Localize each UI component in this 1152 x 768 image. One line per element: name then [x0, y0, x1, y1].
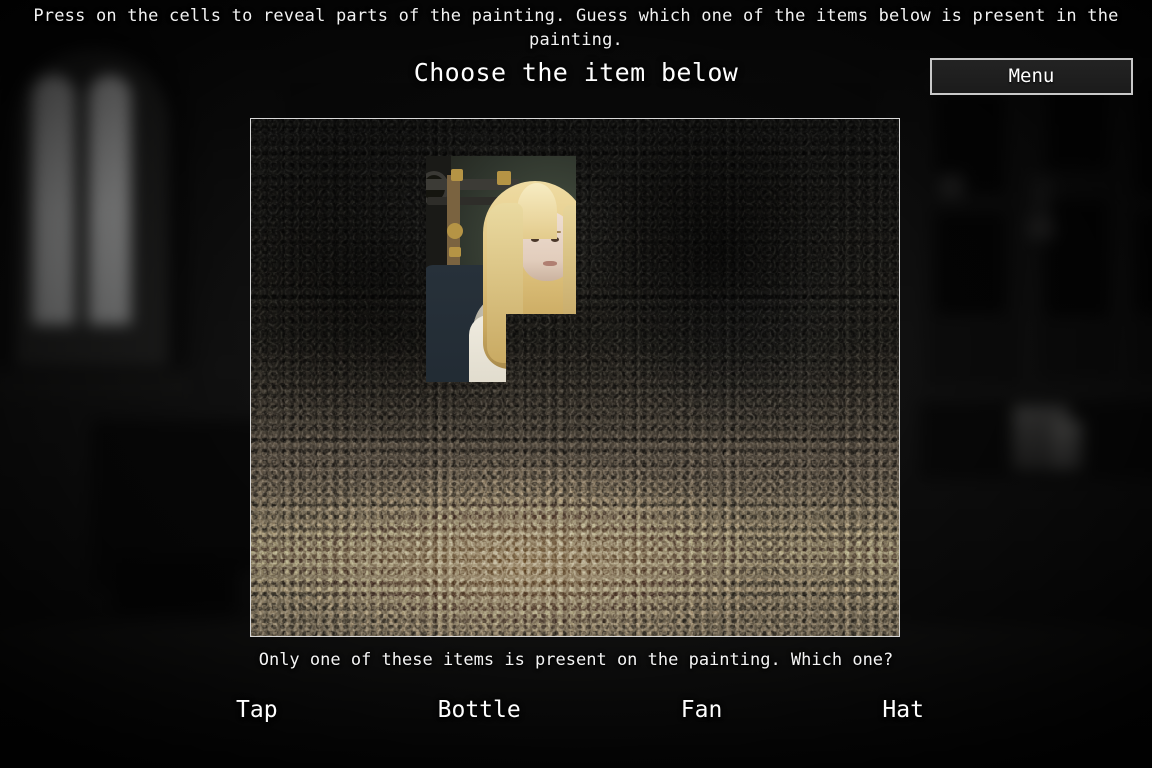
item-option-tap[interactable]: Tap — [230, 694, 284, 726]
revealed-artwork — [426, 314, 506, 382]
question-prompt: Only one of these items is present on th… — [258, 650, 894, 670]
revealed-artwork — [426, 156, 576, 314]
item-option-hat[interactable]: Hat — [876, 694, 930, 726]
revealed-cell-grid[interactable] — [251, 119, 899, 636]
painting-frame[interactable] — [250, 118, 900, 637]
revealed-cell[interactable] — [426, 156, 576, 314]
menu-button[interactable]: Menu — [930, 58, 1133, 95]
item-option-bottle[interactable]: Bottle — [432, 694, 527, 726]
instruction-text: Press on the cells to reveal parts of th… — [33, 6, 1119, 50]
painting-canvas[interactable] — [251, 119, 899, 636]
item-option-fan[interactable]: Fan — [675, 694, 729, 726]
revealed-cell[interactable] — [426, 314, 506, 382]
item-option-list[interactable]: Tap Bottle Fan Hat — [230, 694, 930, 726]
game-screen: Press on the cells to reveal parts of th… — [0, 0, 1152, 768]
